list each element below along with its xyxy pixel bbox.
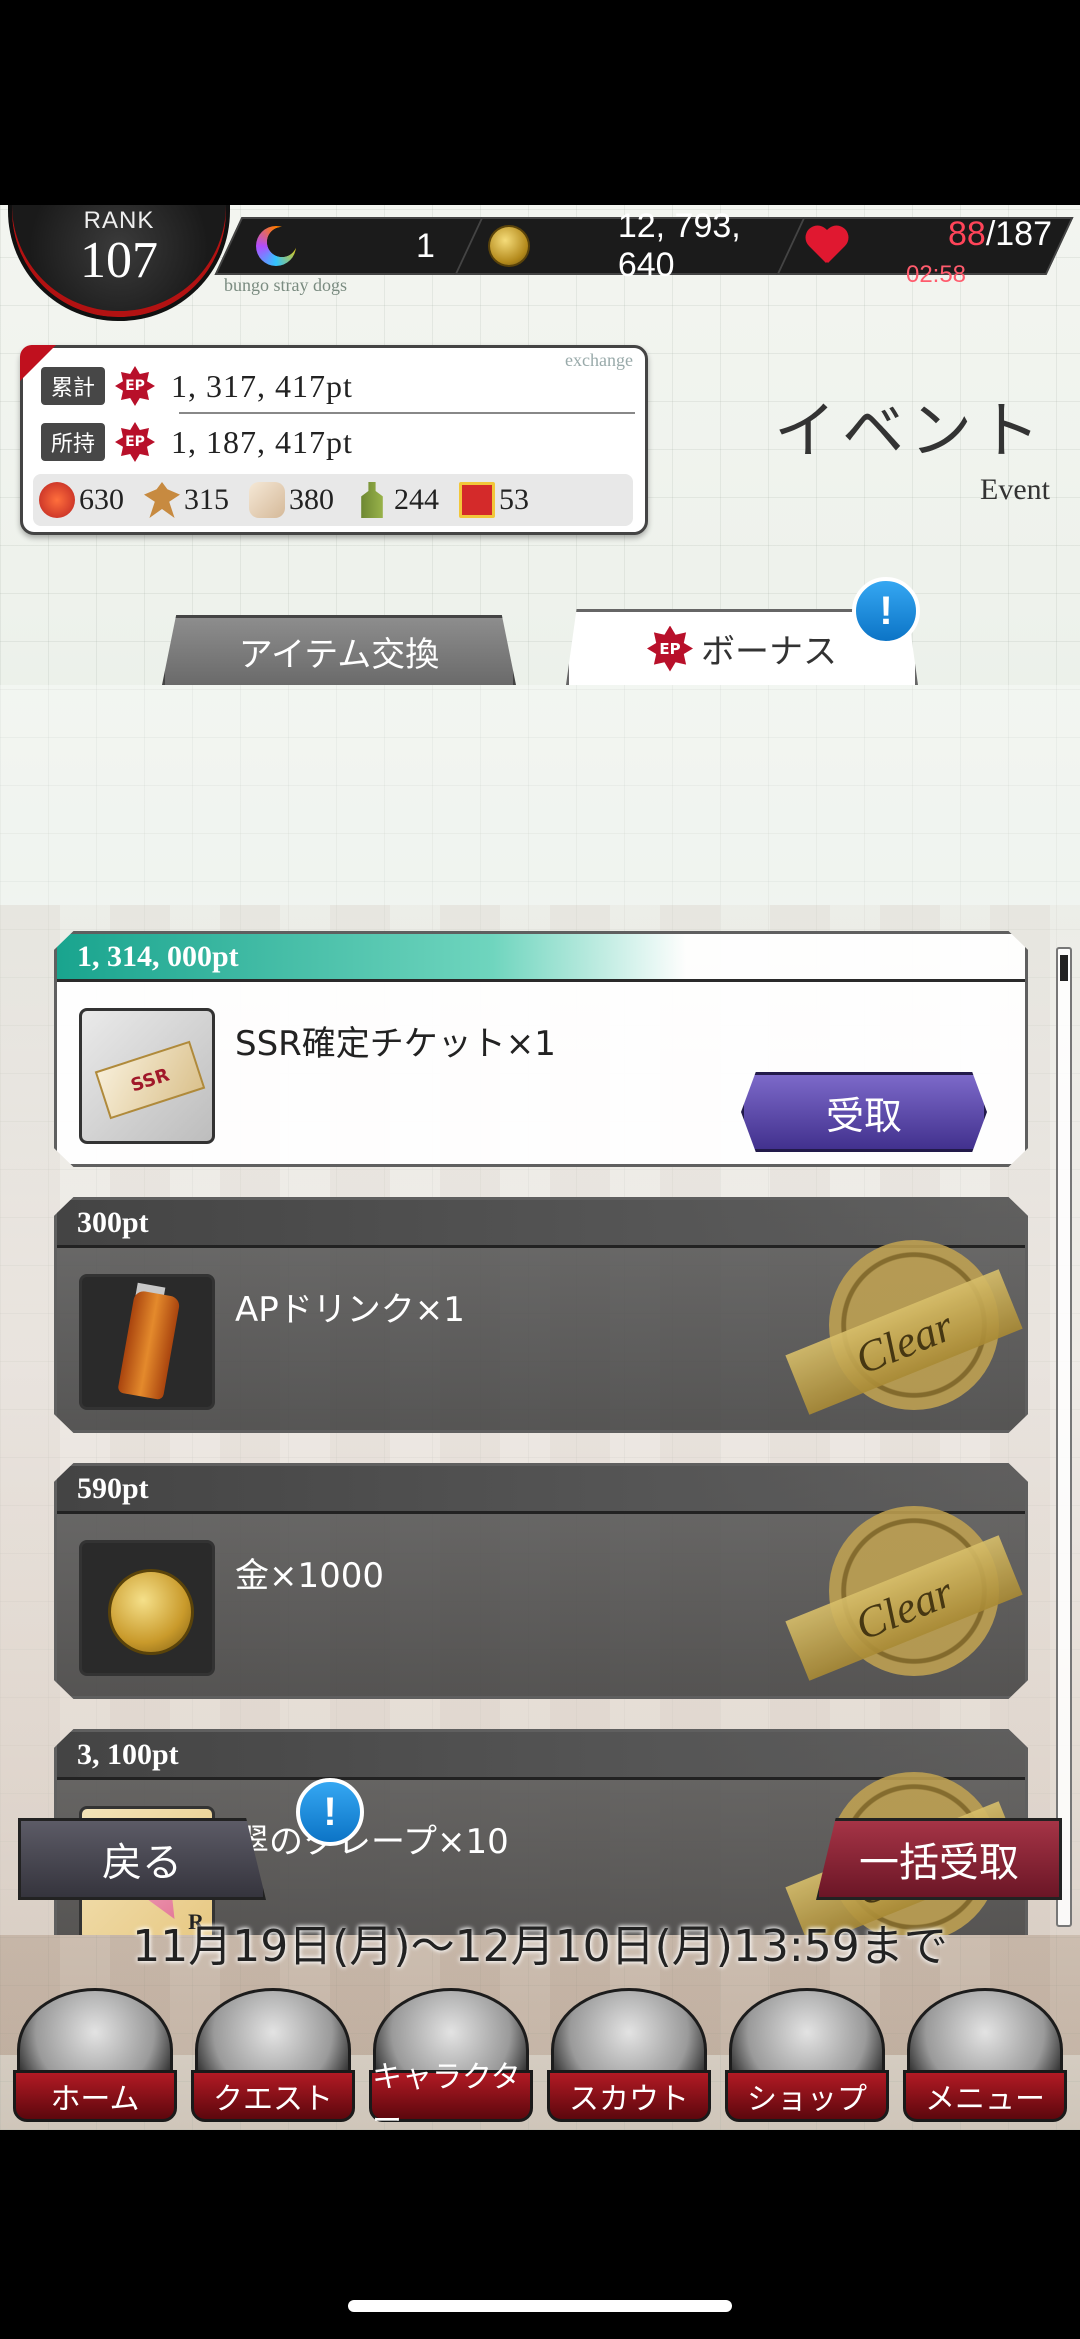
nav-label: ショップ	[725, 2070, 889, 2122]
back-button[interactable]: 戻る	[18, 1818, 266, 1900]
reward-card: 590pt 金×1000 Clear	[54, 1463, 1028, 1699]
gift-box-icon	[459, 482, 495, 518]
reward-name: 翠のクレープ×10	[235, 1822, 509, 1862]
total-points-label: 累計	[41, 367, 105, 405]
tab-alert-icon: !	[852, 577, 920, 645]
claim-all-button[interactable]: 一括受取	[816, 1818, 1062, 1900]
total-points-row: 累計 EP 1, 317, 417pt	[41, 366, 353, 406]
reward-name: APドリンク×1	[235, 1290, 465, 1330]
scroll-icon	[249, 482, 285, 518]
material-item: 315	[144, 482, 229, 518]
stamina-timer: 02:58	[905, 261, 967, 288]
material-item: 53	[459, 482, 529, 518]
material-item: 630	[39, 482, 124, 518]
total-points-value: 1, 317, 417pt	[171, 367, 353, 404]
ep-icon: EP	[115, 422, 155, 462]
tab-ep-bonus-label: ボーナス	[701, 632, 837, 672]
page-subtitle: Event	[980, 473, 1050, 506]
page-title: イベント	[773, 394, 1046, 467]
points-divider	[179, 412, 635, 414]
event-points-panel: exchange 累計 EP 1, 317, 417pt 所持 EP 1, 18…	[20, 345, 648, 535]
event-period: 11月19日(月)〜12月10日(月)13:59まで	[132, 1921, 948, 1972]
nav-shop[interactable]: ショップ	[725, 1982, 889, 2122]
ssr-ticket-icon: SSR	[79, 1008, 215, 1144]
gingerbread-icon	[144, 482, 180, 518]
reward-name: 金×1000	[235, 1556, 385, 1596]
clear-stamp-icon: Clear	[785, 1240, 1023, 1430]
nav-scout[interactable]: スカウト	[547, 1982, 711, 2122]
nav-label: クエスト	[191, 2070, 355, 2122]
bottom-nav: ホーム クエスト キャラクター スカウト ショップ メニュー	[0, 1975, 1080, 2139]
rank-value: 107	[80, 232, 158, 289]
nav-character[interactable]: キャラクター	[369, 1982, 533, 2139]
nav-label: スカウト	[547, 2070, 711, 2122]
nav-quest[interactable]: クエスト	[191, 1982, 355, 2122]
owned-points-row: 所持 EP 1, 187, 417pt	[41, 422, 353, 462]
clear-stamp-icon: Clear	[785, 1506, 1023, 1696]
claim-button[interactable]: 受取	[741, 1072, 987, 1152]
ticket-label: SSR	[94, 1040, 206, 1120]
gold-bar: 12, 793, 640	[454, 207, 822, 284]
moon-icon	[256, 226, 296, 266]
owned-points-value: 1, 187, 417pt	[171, 423, 353, 460]
nav-label: メニュー	[903, 2070, 1067, 2122]
owned-points-label: 所持	[41, 423, 105, 461]
stamina-value: 88/187	[852, 215, 1052, 254]
stamina-current: 88	[947, 215, 986, 253]
material-count: 315	[184, 483, 229, 516]
coin-icon	[488, 225, 530, 267]
orange-candy-icon	[39, 482, 75, 518]
ep-icon: EP	[115, 366, 155, 406]
reward-card: 1, 314, 000pt SSR SSR確定チケット×1 受取	[54, 931, 1028, 1167]
reward-card: 300pt APドリンク×1 Clear	[54, 1197, 1028, 1433]
exchange-tag: exchange	[565, 350, 633, 370]
material-count: 53	[499, 483, 529, 516]
coin-shape	[108, 1569, 194, 1655]
nav-home[interactable]: ホーム	[13, 1982, 177, 2122]
material-item: 380	[249, 482, 334, 518]
reward-points: 1, 314, 000pt	[57, 934, 1025, 982]
bottle-body	[117, 1289, 181, 1401]
material-count: 380	[289, 483, 334, 516]
ap-drink-icon	[79, 1274, 215, 1410]
reward-list[interactable]: 1, 314, 000pt SSR SSR確定チケット×1 受取 300pt A…	[0, 685, 1080, 1935]
heart-icon	[804, 225, 850, 267]
status-bar: 1 12, 793, 640 88/187 02:58 bungo stray …	[0, 205, 1080, 321]
ap-value: 1	[416, 226, 435, 265]
home-indicator[interactable]	[348, 2300, 732, 2312]
stamina-max: /187	[985, 215, 1052, 253]
nav-menu[interactable]: メニュー	[903, 1982, 1067, 2122]
list-scrollbar[interactable]	[1056, 947, 1072, 1927]
materials-strip: 630 315 380 244 53	[33, 474, 633, 526]
material-count: 244	[394, 483, 439, 516]
material-count: 630	[79, 483, 124, 516]
material-item: 244	[354, 482, 439, 518]
ep-icon: EP	[647, 626, 693, 672]
nav-label: キャラクター	[369, 2060, 533, 2139]
scroll-thumb[interactable]	[1060, 955, 1068, 981]
bottle-icon	[361, 482, 383, 518]
reward-name: SSR確定チケット×1	[235, 1024, 556, 1064]
gold-coin-icon	[79, 1540, 215, 1676]
tab-item-exchange[interactable]: アイテム交換	[162, 615, 516, 685]
quest-alert-icon: !	[296, 1778, 364, 1846]
rank-badge[interactable]: RANK 107	[8, 205, 230, 321]
game-caption: bungo stray dogs	[224, 275, 347, 295]
nav-label: ホーム	[13, 2070, 177, 2122]
